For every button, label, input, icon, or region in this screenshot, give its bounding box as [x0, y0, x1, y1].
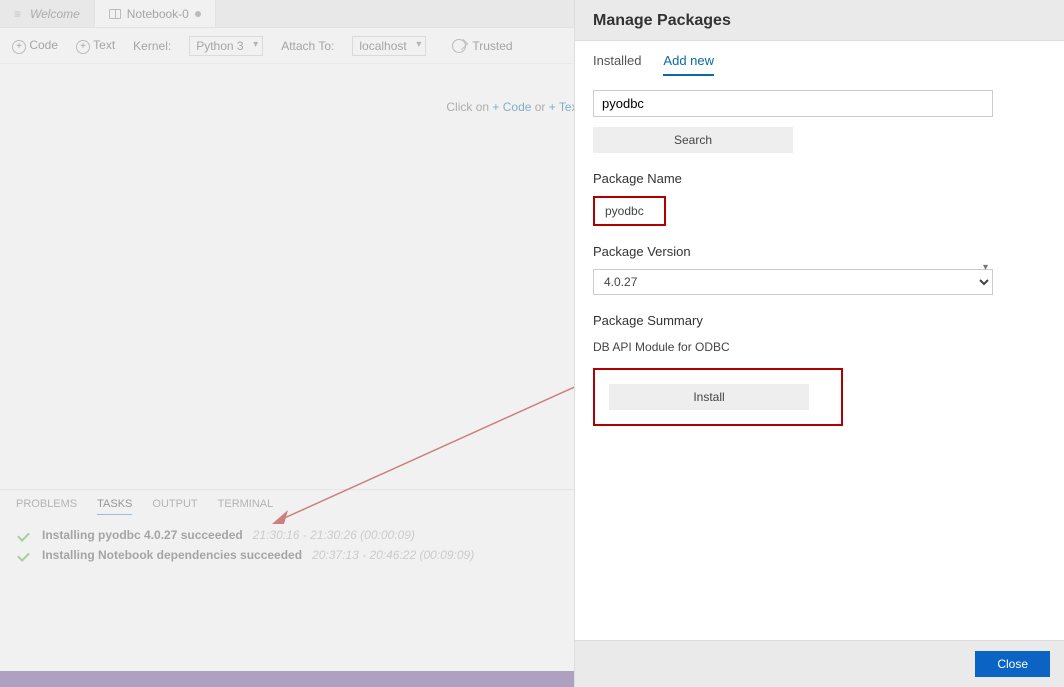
tab-notebook-label: Notebook-0 — [127, 7, 189, 21]
notebook-icon — [109, 9, 121, 19]
package-summary-label: Package Summary — [593, 313, 1046, 328]
tab-notebook[interactable]: Notebook-0 — [95, 0, 216, 27]
hint-code-link[interactable]: + Code — [492, 100, 531, 114]
hint-text: Click on — [446, 100, 492, 114]
trusted-indicator[interactable]: Trusted — [452, 39, 512, 53]
checkmark-icon — [16, 550, 32, 560]
bottom-tab-problems[interactable]: PROBLEMS — [16, 498, 77, 515]
trusted-label: Trusted — [472, 39, 512, 53]
install-highlight-box: Install — [593, 368, 843, 426]
tab-welcome-label: Welcome — [30, 7, 80, 21]
bottom-tab-output[interactable]: OUTPUT — [152, 498, 197, 515]
package-summary-value: DB API Module for ODBC — [593, 340, 1046, 354]
bottom-tab-tasks[interactable]: TASKS — [97, 498, 132, 515]
panel-tabs: Installed Add new — [593, 53, 1046, 76]
add-code-button[interactable]: + Code — [12, 38, 58, 54]
search-button[interactable]: Search — [593, 127, 793, 153]
add-text-label: Text — [93, 38, 115, 52]
close-button[interactable]: Close — [975, 651, 1050, 677]
task-time: 21:30:16 - 21:30:26 (00:00:09) — [253, 528, 415, 542]
tab-welcome[interactable]: ≡ Welcome — [0, 0, 95, 27]
package-search-input[interactable] — [593, 90, 993, 117]
attach-to-label: Attach To: — [281, 39, 334, 53]
panel-title: Manage Packages — [575, 0, 1064, 41]
hint-text: or — [531, 100, 548, 114]
bottom-tab-terminal[interactable]: TERMINAL — [218, 498, 274, 515]
kernel-label: Kernel: — [133, 39, 171, 53]
task-time: 20:37:13 - 20:46:22 (00:09:09) — [312, 548, 474, 562]
tab-add-new[interactable]: Add new — [663, 53, 714, 76]
package-name-value: pyodbc — [593, 196, 666, 226]
task-message: Installing pyodbc 4.0.27 succeeded — [42, 528, 243, 542]
install-button[interactable]: Install — [609, 384, 809, 410]
package-version-select[interactable]: 4.0.27 — [593, 269, 993, 295]
package-name-label: Package Name — [593, 171, 1046, 186]
dirty-dot-icon — [195, 11, 201, 17]
hamburger-icon: ≡ — [14, 7, 24, 21]
add-code-label: Code — [29, 38, 58, 52]
add-text-button[interactable]: + Text — [76, 38, 115, 54]
task-message: Installing Notebook dependencies succeed… — [42, 548, 302, 562]
checkmark-icon — [16, 530, 32, 540]
panel-footer: Close — [575, 640, 1064, 687]
plus-icon: + — [76, 40, 90, 54]
kernel-select[interactable]: Python 3 — [189, 36, 263, 56]
package-version-label: Package Version — [593, 244, 1046, 259]
tab-installed[interactable]: Installed — [593, 53, 641, 76]
plus-icon: + — [12, 40, 26, 54]
manage-packages-panel: Manage Packages Installed Add new Search… — [574, 0, 1064, 687]
attach-to-select[interactable]: localhost — [352, 36, 426, 56]
trusted-icon — [452, 39, 466, 53]
